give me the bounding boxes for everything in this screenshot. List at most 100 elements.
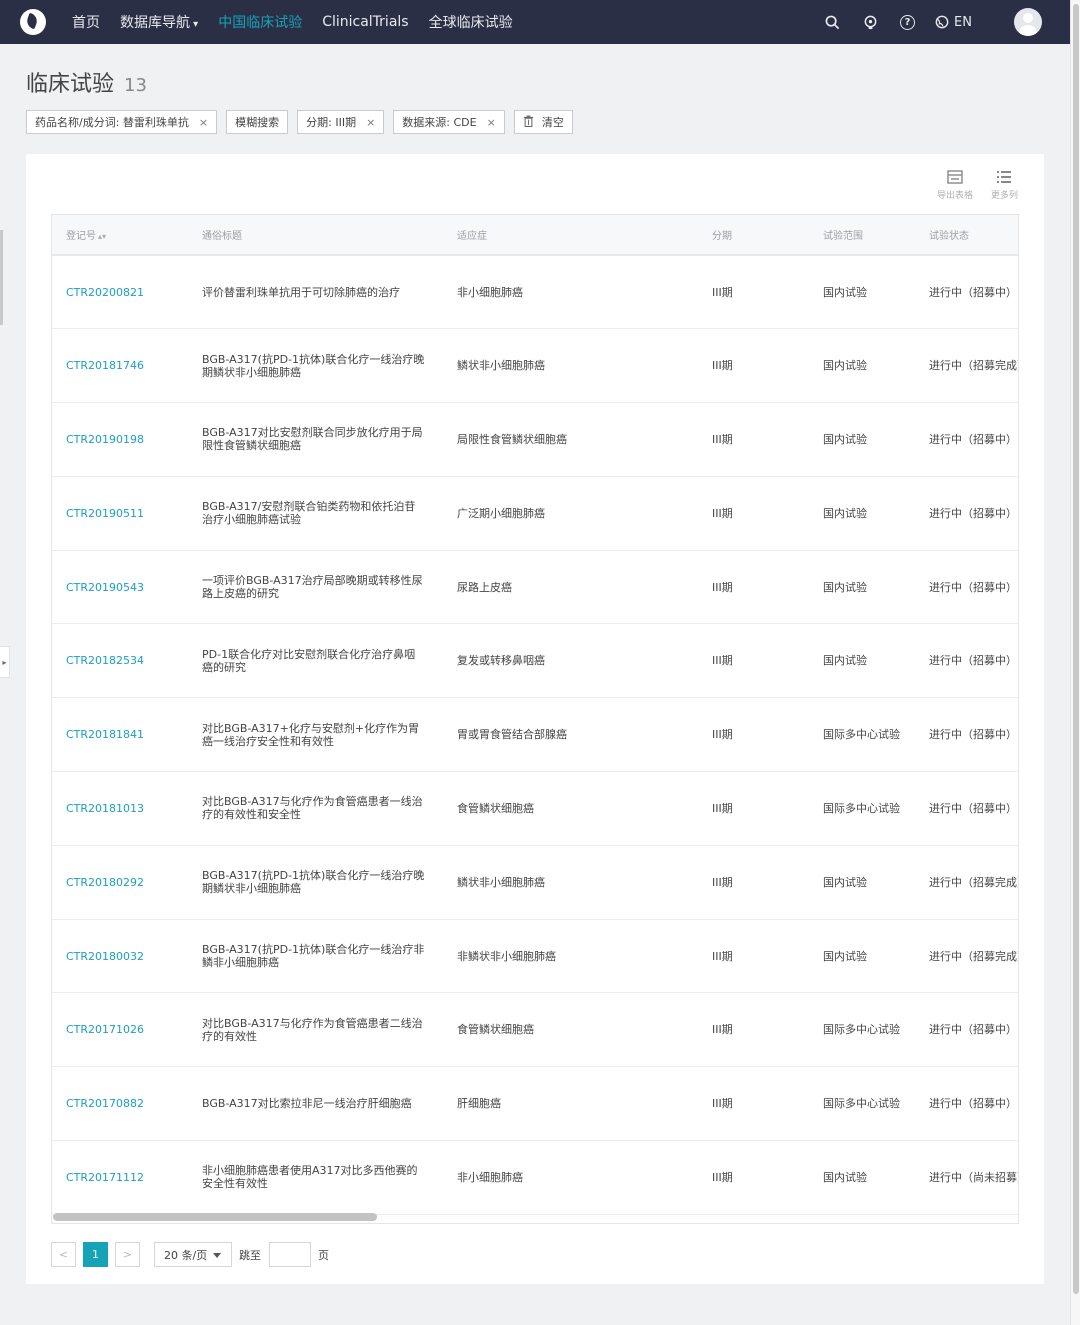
close-icon[interactable]: × [199,116,208,129]
more-columns-button[interactable]: 更多列 [991,170,1018,201]
sidebar-expand-icon[interactable]: ▸ [0,646,10,678]
table-row[interactable]: CTR20200821 评价替雷利珠单抗用于可切除肺癌的治疗 非小细胞肺癌 III期 国… [52,255,1018,329]
table-row[interactable]: CTR20180292 BGB-A317(抗PD-1抗体)联合化疗一线治疗晚期鳞状… [52,845,1018,920]
registration-no-link[interactable]: CTR20180292 [66,876,144,889]
lightbulb-icon[interactable] [862,14,878,30]
table-row[interactable]: CTR20171026 对比BGB-A317与化疗作为食管癌患者二线治疗的有效性 食… [52,993,1018,1067]
indication: 非鳞状非小细胞肺癌 [457,949,556,963]
phase: III期 [712,285,733,299]
trials-table: 登记号 ▴▾ 通俗标题 适应症 分期 试验范围 试验状态 CTR20200821 评… [52,215,1019,1215]
registration-no-link[interactable]: CTR20181746 [66,359,144,372]
filter-chip-phase[interactable]: 分期: III期 × [297,110,385,134]
trial-status: 进行中（招募中） [929,654,1017,668]
registration-no-link[interactable]: CTR20171026 [66,1023,144,1036]
registration-no-link[interactable]: CTR20200821 [66,286,144,299]
table-cell-trial-status: 进行中（招募中） [915,772,1018,846]
table-cell-trial-scope: 国内试验 [809,919,915,993]
filter-chip-fuzzy-search[interactable]: 模糊搜索 [226,110,289,134]
table-cell-registration-no-link: CTR20171112 [52,1141,188,1215]
table-cell-trial-title: 一项评价BGB-A317治疗局部晚期或转移性尿路上皮癌的研究 [188,550,443,624]
column-header-phase: 分期 [712,231,732,242]
table-cell-trial-title: 对比BGB-A317+化疗与安慰剂+化疗作为胃癌一线治疗安全性和有效性 [188,698,443,772]
table-cell-indication: 复发或转移鼻咽癌 [443,624,698,698]
trial-title: 对比BGB-A317与化疗作为食管癌患者二线治疗的有效性 [202,1016,423,1043]
close-icon[interactable]: × [487,116,496,129]
nav-item-china-clinical-trials[interactable]: 中国临床试验 [218,12,302,32]
table-row[interactable]: CTR20190198 BGB-A317对比安慰剂联合同步放化疗用于局限性食管鳞状… [52,403,1018,477]
table-row[interactable]: CTR20190543 一项评价BGB-A317治疗局部晚期或转移性尿路上皮癌的研… [52,550,1018,624]
table-row[interactable]: CTR20180032 BGB-A317(抗PD-1抗体)联合化疗一线治疗非鳞非小… [52,919,1019,993]
trial-scope: 国内试验 [823,654,867,668]
registration-no-link[interactable]: CTR20190543 [66,581,144,594]
indication: 尿路上皮癌 [457,580,512,594]
phase: III期 [712,875,733,889]
left-drag-handle[interactable] [0,230,3,325]
trial-title: 对比BGB-A317+化疗与安慰剂+化疗作为胃癌一线治疗安全性和有效性 [202,721,420,748]
table-horizontal-scrollbar[interactable] [52,1213,1018,1221]
table-cell-trial-scope: 国内试验 [809,550,915,624]
trash-icon [523,115,534,130]
avatar[interactable] [1014,8,1042,36]
table-cell-registration-no-link: CTR20181013 [52,772,188,846]
registration-no-link[interactable]: CTR20190511 [66,507,144,520]
table-cell-trial-title: BGB-A317(抗PD-1抗体)联合化疗一线治疗晚期鳞状非小细胞肺癌 [188,845,443,919]
clear-filters-button[interactable]: 清空 [513,110,573,134]
registration-no-link[interactable]: CTR20181841 [66,728,144,741]
nav-item-global-clinical-trials[interactable]: 全球临床试验 [429,12,513,32]
table-row[interactable]: CTR20190511 BGB-A317/安慰剂联合铂类药物和依托泊苷治疗小细胞肺… [52,476,1018,551]
trial-title: BGB-A317对比索拉非尼一线治疗肝细胞癌 [202,1097,412,1111]
column-header-registration-no[interactable]: 登记号 ▴▾ [52,215,188,255]
table-row[interactable]: CTR20182534 PD-1联合化疗对比安慰剂联合化疗治疗鼻咽癌的研究 复发或转… [52,624,1018,698]
registration-no-link[interactable]: CTR20190198 [66,433,144,446]
table-row[interactable]: CTR20170882 BGB-A317对比索拉非尼一线治疗肝细胞癌 肝细胞癌 III… [52,1067,1018,1141]
table-row[interactable]: CTR20171112 非小细胞肺癌患者使用A317对比多西他赛的安全性有效性 非小… [52,1141,1018,1215]
page-scrollbar[interactable] [1070,0,1080,1325]
nav-item-database-navigation[interactable]: 数据库导航 [120,12,198,32]
top-navbar: 首页 数据库导航 中国临床试验 ClinicalTrials 全球临床试验 ? … [0,0,1070,44]
table-cell-trial-status: 进行中（尚未招募） [915,1141,1018,1215]
nav-item-home[interactable]: 首页 [72,12,100,32]
trial-title: BGB-A317(抗PD-1抗体)联合化疗一线治疗晚期鳞状非小细胞肺癌 [202,352,425,379]
table-cell-registration-no-link: CTR20200821 [52,255,188,329]
globe-icon [935,15,949,29]
trials-table-container: 登记号 ▴▾ 通俗标题 适应症 分期 试验范围 试验状态 CTR20200821 评… [51,214,1019,1224]
help-icon[interactable]: ? [900,14,916,30]
next-page-button[interactable]: > [115,1242,140,1267]
trial-status: 进行中（招募中） [929,801,1017,815]
registration-no-link[interactable]: CTR20181013 [66,802,144,815]
registration-no-link[interactable]: CTR20171112 [66,1171,144,1184]
filter-chip-drug-name[interactable]: 药品名称/成分词: 替雷利珠单抗 × [26,110,218,134]
page-size-select[interactable]: 20 条/页 [154,1242,232,1267]
page-scrollbar-thumb[interactable] [1073,4,1079,1294]
table-row[interactable]: CTR20181746 BGB-A317(抗PD-1抗体)联合化疗一线治疗晚期鳞状… [52,329,1018,403]
table-cell-trial-title: BGB-A317(抗PD-1抗体)联合化疗一线治疗晚期鳞状非小细胞肺癌 [188,329,443,403]
page-number-current[interactable]: 1 [83,1242,108,1267]
logo-icon[interactable] [20,9,46,35]
registration-no-link[interactable]: CTR20182534 [66,654,144,667]
table-scrollbar-thumb[interactable] [53,1213,377,1221]
table-cell-indication: 广泛期小细胞肺癌 [443,476,698,550]
sort-icon[interactable]: ▴▾ [98,232,106,241]
phase: III期 [712,359,733,373]
table-row[interactable]: CTR20181841 对比BGB-A317+化疗与安慰剂+化疗作为胃癌一线治疗安… [52,698,1018,772]
filter-chip-data-source[interactable]: 数据来源: CDE × [393,110,505,134]
search-icon[interactable] [824,14,840,30]
export-table-button[interactable]: 导出表格 [937,170,973,201]
registration-no-link[interactable]: CTR20180032 [66,950,144,963]
table-cell-indication: 食管鳞状细胞癌 [443,993,698,1067]
table-row[interactable]: CTR20181013 对比BGB-A317与化疗作为食管癌患者一线治疗的有效性和… [52,772,1018,846]
result-count: 13 [124,75,147,96]
indication: 局限性食管鳞状细胞癌 [457,432,567,446]
trial-status: 进行中（招募完成） [929,949,1019,963]
registration-no-link[interactable]: CTR20170882 [66,1097,144,1110]
table-cell-trial-scope: 国际多中心试验 [809,772,915,846]
nav-item-clinicaltrials[interactable]: ClinicalTrials [322,14,408,30]
table-cell-indication: 非小细胞肺癌 [443,1141,698,1215]
jump-to-page-input[interactable] [269,1242,311,1267]
table-cell-registration-no-link: CTR20190198 [52,403,188,477]
language-switch[interactable]: EN [935,15,972,30]
table-cell-trial-scope: 国内试验 [809,329,915,403]
table-cell-registration-no-link: CTR20190511 [52,476,188,550]
close-icon[interactable]: × [366,116,375,129]
prev-page-button[interactable]: < [51,1242,76,1267]
